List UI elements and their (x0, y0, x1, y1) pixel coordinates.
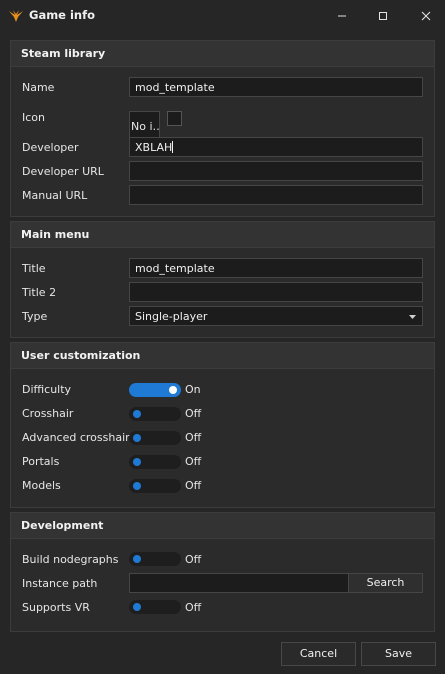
models-label: Models (22, 479, 61, 492)
main-menu-group: Main menu Title mod_template Title 2 Typ… (10, 221, 435, 338)
supports-vr-state: Off (185, 601, 202, 614)
title-bar: Game info (0, 0, 445, 32)
steam-library-title: Steam library (21, 47, 106, 60)
steam-library-group: Steam library Name mod_template Icon No … (10, 40, 435, 217)
build-nodegraphs-toggle[interactable] (129, 552, 181, 566)
title-label: Title (22, 262, 46, 275)
type-label: Type (22, 310, 48, 323)
chevron-down-icon (409, 315, 416, 319)
search-button[interactable]: Search (348, 573, 423, 593)
main-menu-header: Main menu (11, 222, 434, 248)
development-title: Development (21, 519, 104, 532)
icon-checkbox[interactable] (167, 111, 182, 126)
supports-vr-toggle[interactable] (129, 600, 181, 614)
name-label: Name (22, 81, 55, 94)
models-toggle[interactable] (129, 479, 181, 493)
advanced-crosshair-toggle[interactable] (129, 431, 181, 445)
advanced-crosshair-label: Advanced crosshair (22, 431, 130, 444)
crosshair-label: Crosshair (22, 407, 74, 420)
toggle-knob (133, 458, 141, 466)
supports-vr-label: Supports VR (22, 601, 90, 614)
title2-label: Title 2 (22, 286, 57, 299)
portals-toggle[interactable] (129, 455, 181, 469)
difficulty-state: On (185, 383, 201, 396)
advanced-crosshair-state: Off (185, 431, 202, 444)
manual-url-label: Manual URL (22, 189, 88, 202)
toggle-knob (133, 410, 141, 418)
difficulty-label: Difficulty (22, 383, 72, 396)
name-input[interactable]: mod_template (129, 77, 423, 97)
user-customization-group: User customization Difficulty On Crossha… (10, 342, 435, 508)
toggle-knob (133, 555, 141, 563)
developer-url-label: Developer URL (22, 165, 104, 178)
instance-path-input[interactable] (129, 573, 349, 593)
crosshair-state: Off (185, 407, 202, 420)
tree-logo-icon (8, 9, 24, 23)
difficulty-toggle[interactable] (129, 383, 181, 397)
toggle-knob (133, 434, 141, 442)
steam-library-header: Steam library (11, 41, 434, 67)
manual-url-input[interactable] (129, 185, 423, 205)
build-nodegraphs-label: Build nodegraphs (22, 553, 119, 566)
maximize-icon (379, 12, 387, 20)
toggle-knob (133, 603, 141, 611)
type-selected-value: Single-player (135, 310, 208, 323)
development-header: Development (11, 513, 434, 539)
crosshair-toggle[interactable] (129, 407, 181, 421)
text-caret (172, 141, 174, 153)
portals-label: Portals (22, 455, 60, 468)
icon-label: Icon (22, 111, 45, 124)
minimize-button[interactable] (331, 6, 353, 26)
title2-input[interactable] (129, 282, 423, 302)
models-state: Off (185, 479, 202, 492)
toggle-knob (133, 482, 141, 490)
developer-value: XBLAH (135, 141, 173, 154)
close-button[interactable] (415, 6, 437, 26)
developer-label: Developer (22, 141, 79, 154)
cancel-button[interactable]: Cancel (281, 642, 356, 666)
title-input[interactable]: mod_template (129, 258, 423, 278)
portals-state: Off (185, 455, 202, 468)
save-button[interactable]: Save (361, 642, 436, 666)
development-group: Development Build nodegraphs Off Instanc… (10, 512, 435, 632)
toggle-knob (169, 386, 177, 394)
build-nodegraphs-state: Off (185, 553, 202, 566)
close-icon (421, 11, 431, 21)
developer-url-input[interactable] (129, 161, 423, 181)
user-customization-title: User customization (21, 349, 141, 362)
instance-path-label: Instance path (22, 577, 98, 590)
user-customization-header: User customization (11, 343, 434, 369)
type-select[interactable]: Single-player (129, 306, 423, 326)
main-menu-title: Main menu (21, 228, 90, 241)
developer-input[interactable]: XBLAH (129, 137, 423, 157)
window-title: Game info (29, 8, 96, 22)
minimize-icon (338, 15, 346, 17)
maximize-button[interactable] (372, 6, 394, 26)
